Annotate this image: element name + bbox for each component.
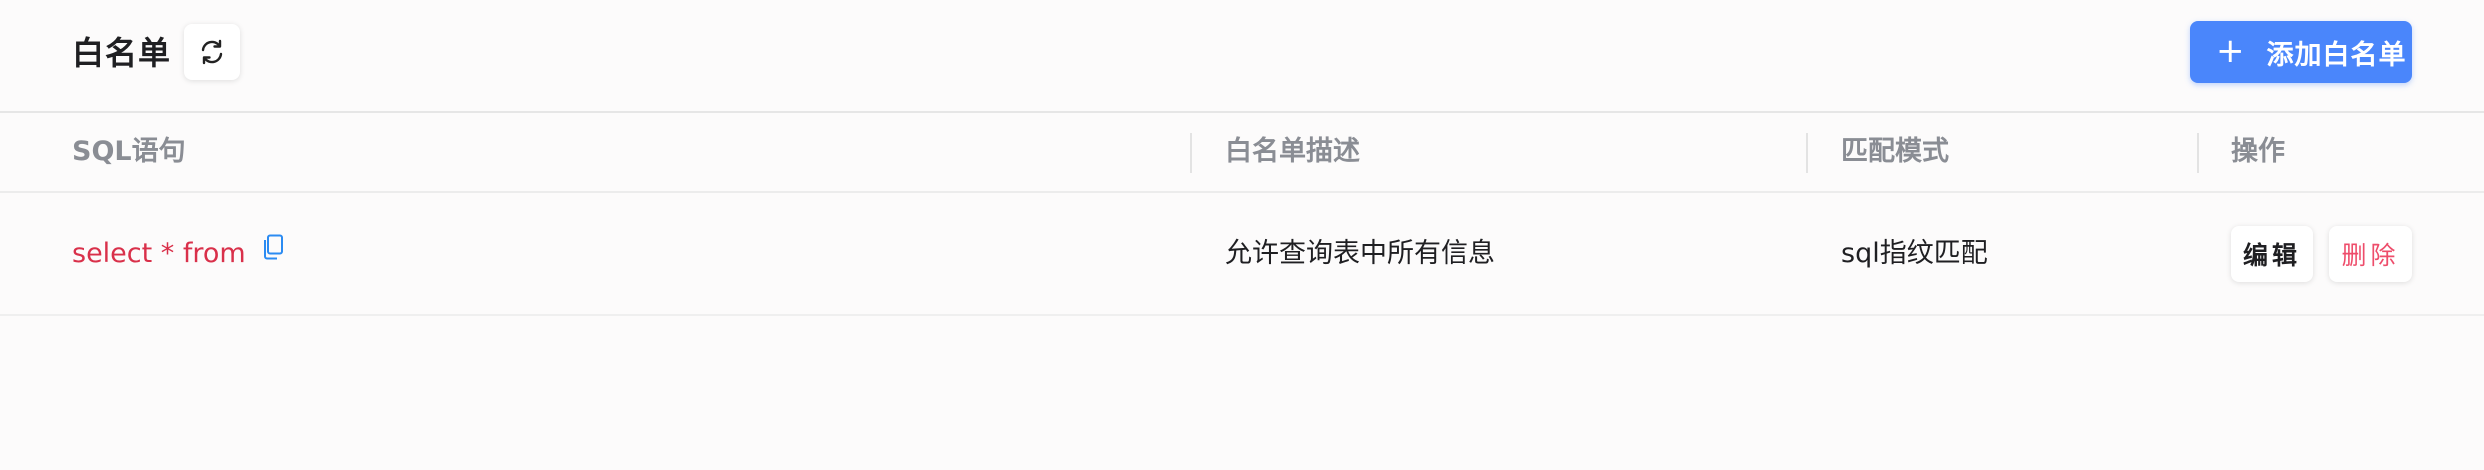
- description-cell: 允许查询表中所有信息: [1225, 238, 1495, 269]
- table-row: select * from 允许查询表中所有信息 sql指纹匹配 编辑 删除: [0, 193, 2484, 316]
- sql-statement: select * from: [72, 238, 246, 269]
- column-header-match-mode: 匹配模式: [1841, 136, 1949, 167]
- edit-button[interactable]: 编辑: [2231, 226, 2313, 282]
- add-whitelist-button[interactable]: + 添加白名单: [2190, 21, 2412, 83]
- table-header: SQL语句 白名单描述 匹配模式 操作: [0, 113, 2484, 193]
- column-divider[interactable]: [2197, 133, 2199, 173]
- refresh-button[interactable]: [184, 24, 240, 80]
- page-title: 白名单: [72, 34, 172, 72]
- add-whitelist-label: 添加白名单: [2266, 39, 2407, 71]
- plus-icon: +: [2216, 30, 2245, 71]
- refresh-icon: [198, 38, 226, 66]
- whitelist-page: 白名单 + 添加白名单 SQL语句 白名单描述 匹配模式 操作 select *…: [0, 0, 2484, 470]
- column-divider[interactable]: [1806, 133, 1808, 173]
- sql-cell: select * from: [72, 234, 284, 271]
- page-header: 白名单 + 添加白名单: [0, 0, 2484, 113]
- column-header-actions: 操作: [2231, 136, 2285, 167]
- column-header-description: 白名单描述: [1225, 136, 1360, 167]
- copy-icon[interactable]: [262, 234, 284, 269]
- column-header-sql: SQL语句: [72, 136, 186, 167]
- delete-button[interactable]: 删除: [2329, 226, 2412, 282]
- match-mode-cell: sql指纹匹配: [1841, 238, 1988, 269]
- column-divider[interactable]: [1190, 133, 1192, 173]
